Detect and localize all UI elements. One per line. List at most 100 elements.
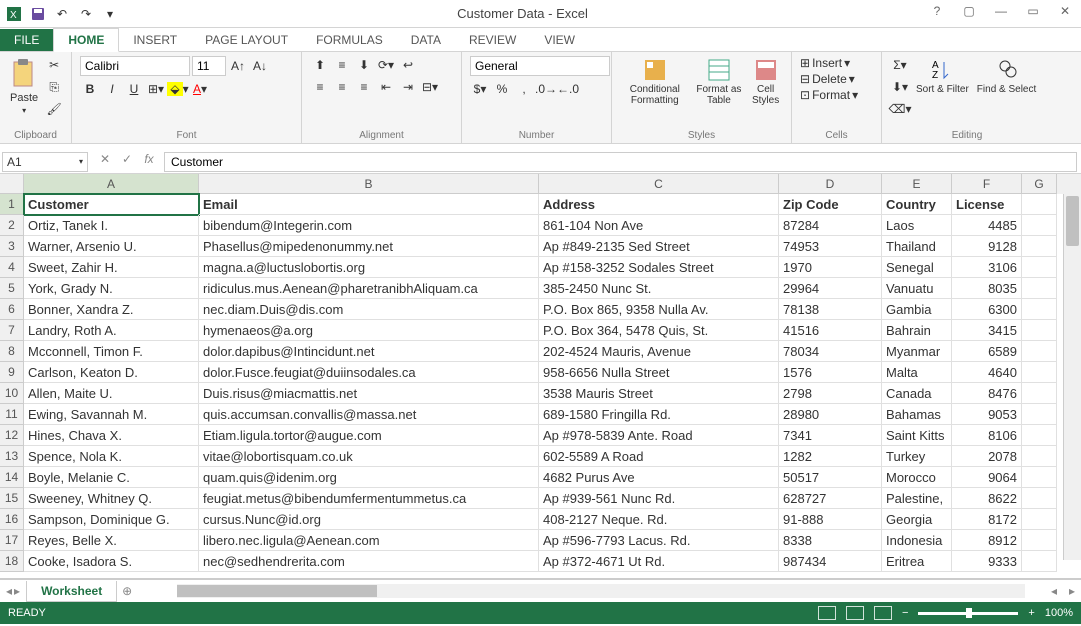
number-format-select[interactable] — [470, 56, 610, 76]
cell[interactable]: vitae@lobortisquam.co.uk — [199, 446, 539, 467]
page-layout-view-icon[interactable] — [846, 606, 864, 620]
hscroll-right-icon[interactable]: ▸ — [1063, 584, 1081, 598]
cell[interactable] — [1022, 278, 1057, 299]
cell[interactable]: Ewing, Savannah M. — [24, 404, 199, 425]
cell[interactable]: Sampson, Dominique G. — [24, 509, 199, 530]
cell[interactable]: Etiam.ligula.tortor@augue.com — [199, 425, 539, 446]
restore-icon[interactable]: ▭ — [1021, 4, 1045, 24]
align-center-icon[interactable]: ≡ — [332, 78, 352, 96]
cell[interactable]: 8476 — [952, 383, 1022, 404]
row-header[interactable]: 10 — [0, 383, 24, 404]
cell[interactable] — [1022, 236, 1057, 257]
cell[interactable]: Ap #849-2135 Sed Street — [539, 236, 779, 257]
tab-formulas[interactable]: FORMULAS — [302, 29, 397, 51]
format-as-table-button[interactable]: Format as Table — [694, 56, 745, 108]
sheet-nav-next-icon[interactable]: ▸ — [14, 584, 20, 598]
row-header[interactable]: 14 — [0, 467, 24, 488]
decrease-font-icon[interactable]: A↓ — [250, 57, 270, 75]
currency-icon[interactable]: $▾ — [470, 80, 490, 98]
cell[interactable]: Warner, Arsenio U. — [24, 236, 199, 257]
tab-data[interactable]: DATA — [397, 29, 455, 51]
copy-icon[interactable]: ⎘ — [44, 78, 64, 96]
col-header-f[interactable]: F — [952, 174, 1022, 194]
cell[interactable]: Country — [882, 194, 952, 215]
cell[interactable] — [1022, 404, 1057, 425]
tab-page-layout[interactable]: PAGE LAYOUT — [191, 29, 302, 51]
cell[interactable] — [1022, 383, 1057, 404]
font-size-select[interactable] — [192, 56, 226, 76]
cell[interactable]: quis.accumsan.convallis@massa.net — [199, 404, 539, 425]
cell[interactable]: magna.a@luctuslobortis.org — [199, 257, 539, 278]
cell[interactable] — [1022, 257, 1057, 278]
cell[interactable] — [1022, 362, 1057, 383]
undo-icon[interactable]: ↶ — [52, 4, 72, 24]
cell[interactable]: feugiat.metus@bibendumfermentummetus.ca — [199, 488, 539, 509]
row-header[interactable]: 6 — [0, 299, 24, 320]
cell[interactable] — [1022, 215, 1057, 236]
cell[interactable]: 91-888 — [779, 509, 882, 530]
cell[interactable]: cursus.Nunc@id.org — [199, 509, 539, 530]
cell[interactable]: 7341 — [779, 425, 882, 446]
cell[interactable]: Spence, Nola K. — [24, 446, 199, 467]
tab-review[interactable]: REVIEW — [455, 29, 530, 51]
cell[interactable]: Saint Kitts — [882, 425, 952, 446]
cell[interactable]: P.O. Box 865, 9358 Nulla Av. — [539, 299, 779, 320]
cell[interactable]: 8912 — [952, 530, 1022, 551]
vertical-scrollbar[interactable] — [1063, 194, 1081, 560]
decrease-indent-icon[interactable]: ⇤ — [376, 78, 396, 96]
row-header[interactable]: 1 — [0, 194, 24, 215]
cell[interactable] — [1022, 194, 1057, 215]
tab-file[interactable]: FILE — [0, 29, 53, 51]
align-left-icon[interactable]: ≡ — [310, 78, 330, 96]
cell[interactable]: Ap #939-561 Nunc Rd. — [539, 488, 779, 509]
align-right-icon[interactable]: ≡ — [354, 78, 374, 96]
find-select-button[interactable]: Find & Select — [975, 56, 1038, 97]
zoom-thumb[interactable] — [966, 608, 972, 618]
cell[interactable]: 50517 — [779, 467, 882, 488]
autosum-icon[interactable]: Σ▾ — [890, 56, 910, 74]
fill-color-icon[interactable]: ⬙▾ — [168, 80, 188, 98]
cell[interactable]: Reyes, Belle X. — [24, 530, 199, 551]
cell[interactable]: 6300 — [952, 299, 1022, 320]
cell[interactable]: dolor.dapibus@Intincidunt.net — [199, 341, 539, 362]
cell[interactable]: 9064 — [952, 467, 1022, 488]
cell[interactable]: 9053 — [952, 404, 1022, 425]
cell[interactable]: 1282 — [779, 446, 882, 467]
select-all-corner[interactable] — [0, 174, 24, 194]
cell[interactable]: Malta — [882, 362, 952, 383]
cell[interactable]: dolor.Fusce.feugiat@duiinsodales.ca — [199, 362, 539, 383]
cell[interactable]: 9333 — [952, 551, 1022, 572]
cell[interactable]: Allen, Maite U. — [24, 383, 199, 404]
cell[interactable]: Zip Code — [779, 194, 882, 215]
col-header-g[interactable]: G — [1022, 174, 1057, 194]
percent-icon[interactable]: % — [492, 80, 512, 98]
cell[interactable]: Carlson, Keaton D. — [24, 362, 199, 383]
redo-icon[interactable]: ↷ — [76, 4, 96, 24]
cell[interactable] — [1022, 446, 1057, 467]
cell[interactable]: Landry, Roth A. — [24, 320, 199, 341]
increase-indent-icon[interactable]: ⇥ — [398, 78, 418, 96]
cell[interactable]: Myanmar — [882, 341, 952, 362]
merge-icon[interactable]: ⊟▾ — [420, 78, 440, 96]
cell[interactable]: 74953 — [779, 236, 882, 257]
cell[interactable]: 29964 — [779, 278, 882, 299]
fx-icon[interactable]: fx — [138, 152, 160, 172]
row-header[interactable]: 15 — [0, 488, 24, 509]
save-icon[interactable] — [28, 4, 48, 24]
cell[interactable]: 4485 — [952, 215, 1022, 236]
cell[interactable]: Duis.risus@miacmattis.net — [199, 383, 539, 404]
cell[interactable]: Ortiz, Tanek I. — [24, 215, 199, 236]
vscroll-thumb[interactable] — [1066, 196, 1079, 246]
align-top-icon[interactable]: ⬆ — [310, 56, 330, 74]
cell[interactable]: Bonner, Xandra Z. — [24, 299, 199, 320]
cell[interactable]: 9128 — [952, 236, 1022, 257]
wrap-text-icon[interactable]: ↩ — [398, 56, 418, 74]
cell[interactable]: 602-5589 A Road — [539, 446, 779, 467]
fill-icon[interactable]: ⬇▾ — [890, 78, 910, 96]
cell[interactable]: Hines, Chava X. — [24, 425, 199, 446]
cell[interactable]: Gambia — [882, 299, 952, 320]
cell[interactable]: Email — [199, 194, 539, 215]
zoom-out-icon[interactable]: − — [902, 607, 908, 619]
zoom-level[interactable]: 100% — [1045, 607, 1073, 619]
cell[interactable]: Palestine, — [882, 488, 952, 509]
